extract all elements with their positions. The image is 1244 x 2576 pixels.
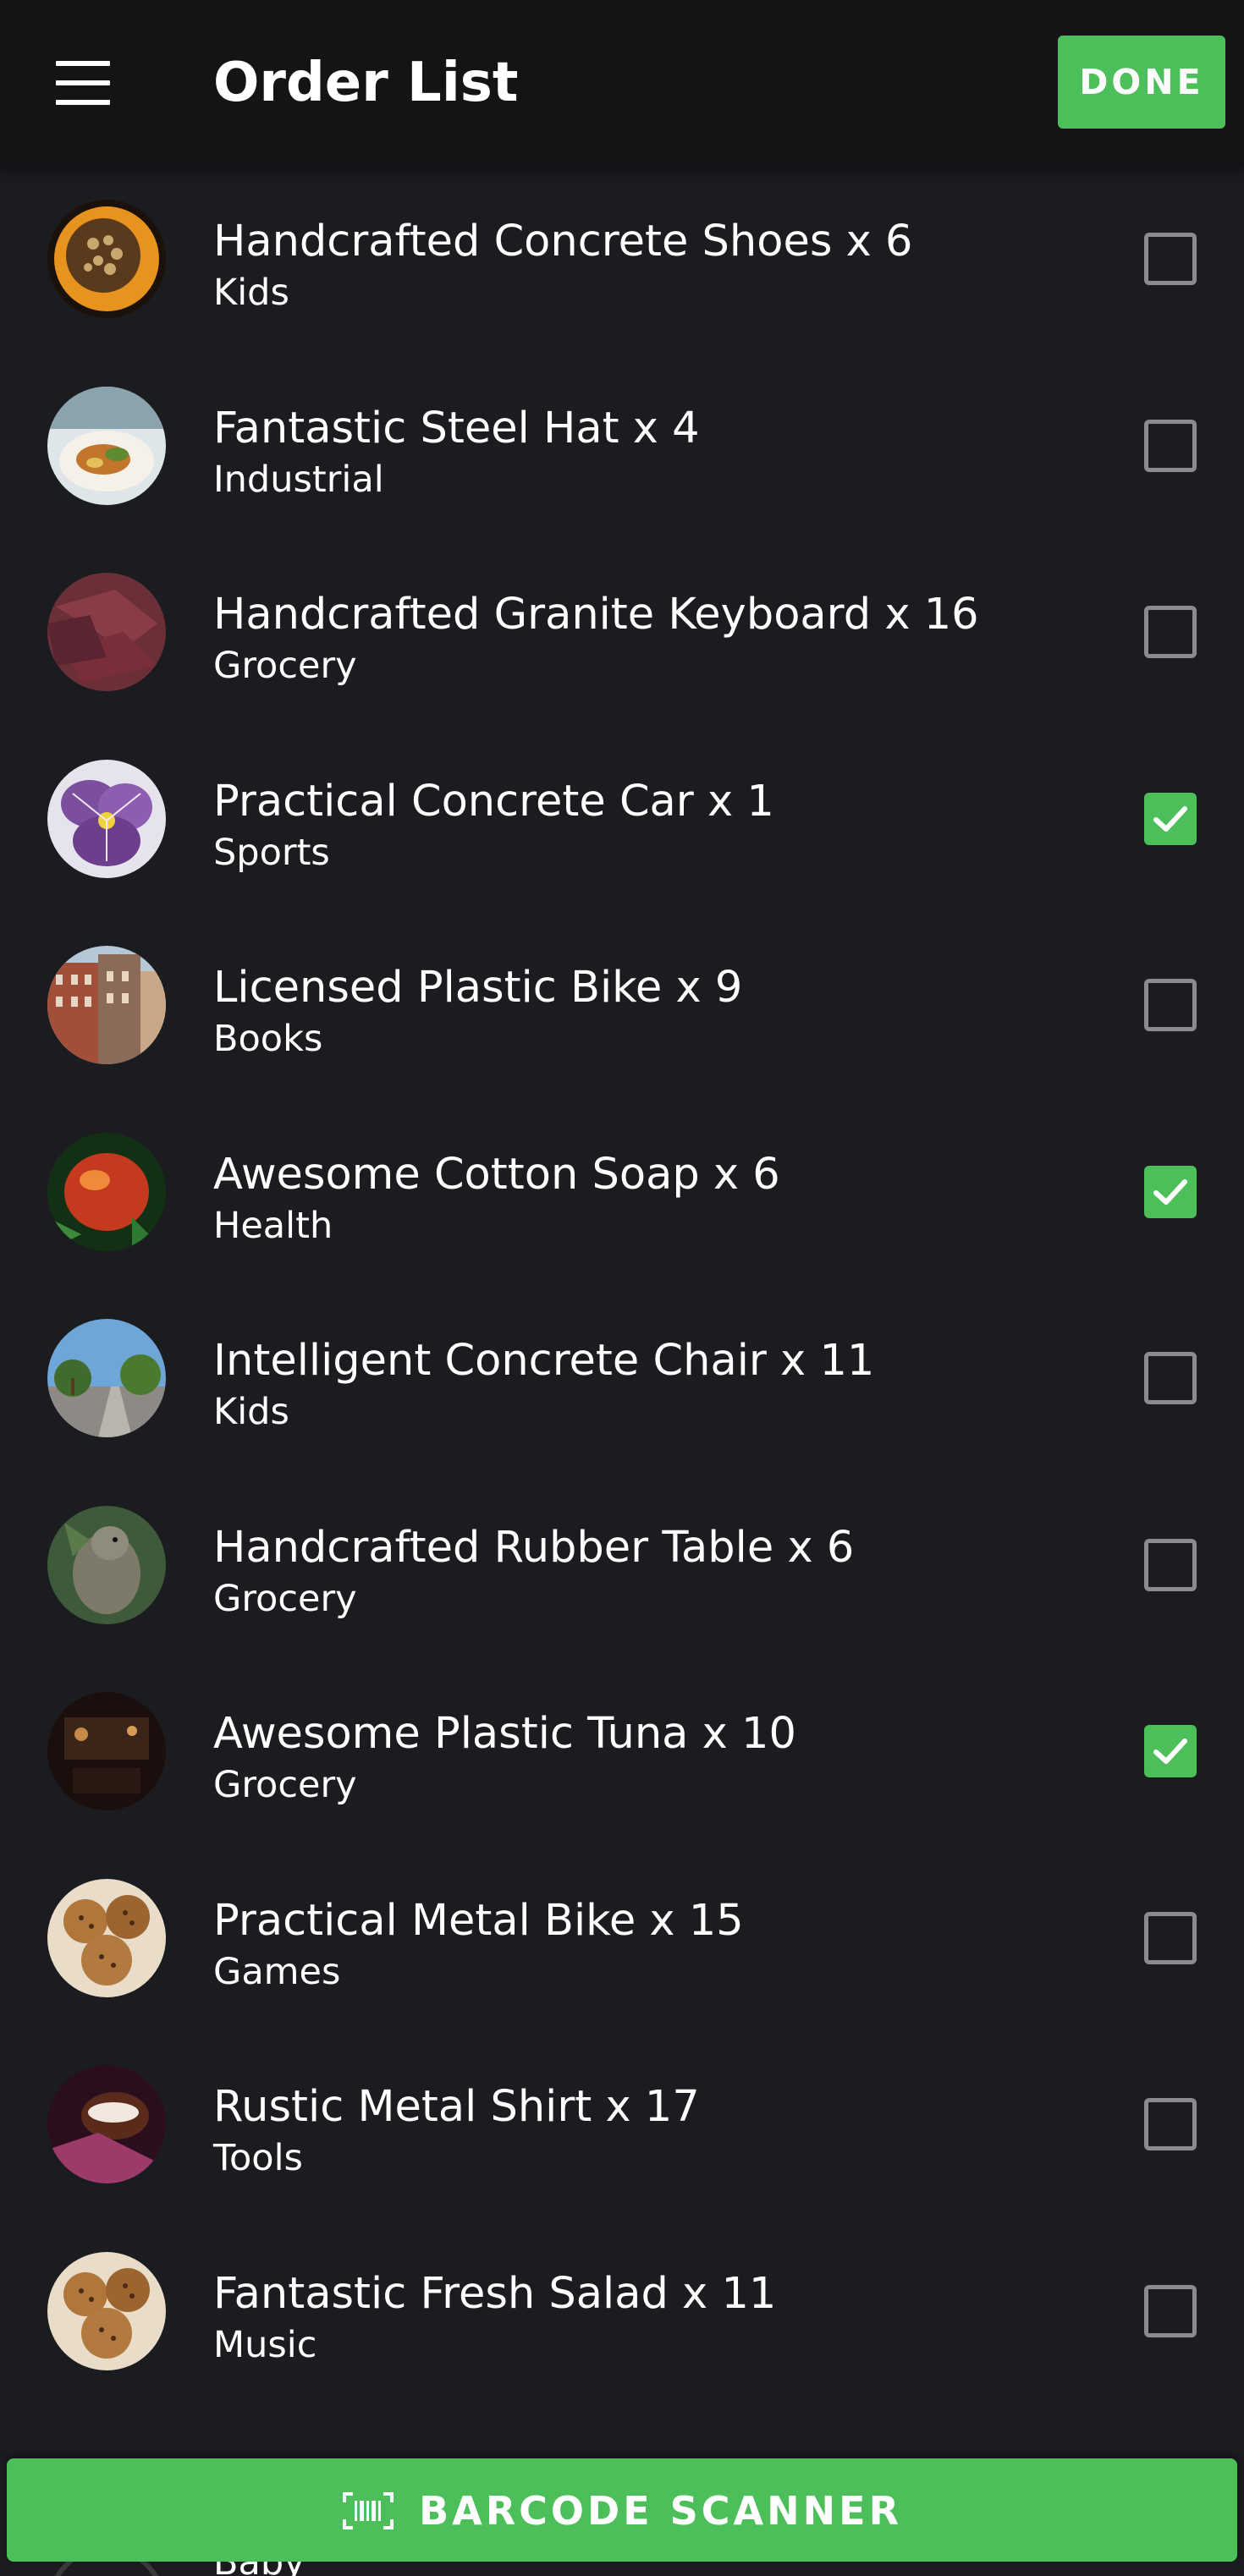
item-thumbnail bbox=[47, 386, 166, 505]
barcode-scanner-label: BARCODE SCANNER bbox=[419, 2487, 902, 2534]
item-thumbnail bbox=[47, 946, 166, 1065]
checkbox-unchecked[interactable] bbox=[1144, 979, 1197, 1032]
item-title: Practical Metal Bike x 15 bbox=[213, 1895, 744, 1946]
checkmark-icon bbox=[1153, 805, 1187, 832]
list-item[interactable]: Licensed Plastic Bike x 9 Books bbox=[0, 912, 1244, 1099]
item-category: Grocery bbox=[213, 1764, 357, 1806]
item-title: Fantastic Fresh Salad x 11 bbox=[213, 2268, 777, 2319]
item-title: Handcrafted Granite Keyboard x 16 bbox=[213, 590, 979, 640]
barcode-scan-icon bbox=[343, 2491, 394, 2529]
list-item[interactable]: Rustic Metal Shirt x 17 Tools bbox=[0, 2031, 1244, 2218]
list-item[interactable]: Handcrafted Concrete Shoes x 6 Kids bbox=[0, 166, 1244, 353]
item-thumbnail bbox=[47, 1692, 166, 1811]
list-item[interactable]: Practical Metal Bike x 15 Games bbox=[0, 1845, 1244, 2032]
checkmark-icon bbox=[1153, 1178, 1187, 1205]
checkbox-unchecked[interactable] bbox=[1144, 233, 1197, 286]
checkbox-unchecked[interactable] bbox=[1144, 419, 1197, 472]
item-title: Licensed Plastic Bike x 9 bbox=[213, 963, 743, 1013]
list-item[interactable]: Fantastic Fresh Salad x 11 Music bbox=[0, 2218, 1244, 2405]
item-category: Health bbox=[213, 1204, 333, 1247]
item-title: Awesome Cotton Soap x 6 bbox=[213, 1149, 780, 1200]
item-title: Rustic Metal Shirt x 17 bbox=[213, 2082, 700, 2132]
item-thumbnail bbox=[47, 2065, 166, 2184]
item-thumbnail bbox=[47, 573, 166, 692]
barcode-scanner-button[interactable]: BARCODE SCANNER bbox=[7, 2458, 1237, 2562]
list-item[interactable]: Awesome Plastic Tuna x 10 Grocery bbox=[0, 1658, 1244, 1845]
item-category: Games bbox=[213, 1950, 341, 1993]
item-thumbnail bbox=[47, 200, 166, 319]
done-button[interactable]: DONE bbox=[1058, 36, 1225, 129]
checkbox-unchecked[interactable] bbox=[1144, 2284, 1197, 2337]
list-item[interactable]: Practical Concrete Car x 1 Sports bbox=[0, 726, 1244, 913]
checkmark-icon bbox=[1153, 1738, 1187, 1765]
item-title: Fantastic Steel Hat x 4 bbox=[213, 403, 700, 453]
item-thumbnail bbox=[47, 1132, 166, 1251]
list-item[interactable]: Handcrafted Granite Keyboard x 16 Grocery bbox=[0, 539, 1244, 726]
item-category: Kids bbox=[213, 1391, 289, 1433]
item-title: Awesome Plastic Tuna x 10 bbox=[213, 1709, 796, 1759]
item-title: Handcrafted Rubber Table x 6 bbox=[213, 1522, 855, 1573]
item-title: Practical Concrete Car x 1 bbox=[213, 776, 774, 827]
item-thumbnail bbox=[47, 1878, 166, 1997]
item-category: Grocery bbox=[213, 1577, 357, 1620]
item-category: Tools bbox=[213, 2137, 303, 2179]
checkbox-unchecked[interactable] bbox=[1144, 2098, 1197, 2151]
item-category: Books bbox=[213, 1018, 323, 1060]
item-thumbnail bbox=[47, 759, 166, 878]
item-category: Sports bbox=[213, 831, 330, 874]
checkbox-unchecked[interactable] bbox=[1144, 1911, 1197, 1964]
list-item[interactable]: Handcrafted Rubber Table x 6 Grocery bbox=[0, 1472, 1244, 1659]
item-thumbnail bbox=[47, 1505, 166, 1624]
list-item[interactable]: Awesome Cotton Soap x 6 Health bbox=[0, 1099, 1244, 1286]
checkbox-checked[interactable] bbox=[1144, 1165, 1197, 1218]
item-category: Kids bbox=[213, 272, 289, 314]
item-category: Music bbox=[213, 2323, 317, 2366]
item-category: Grocery bbox=[213, 645, 357, 687]
item-thumbnail bbox=[47, 2251, 166, 2370]
hamburger-menu-icon[interactable] bbox=[39, 49, 127, 117]
page-title: Order List bbox=[213, 52, 519, 114]
list-item[interactable]: Fantastic Steel Hat x 4 Industrial bbox=[0, 353, 1244, 540]
checkbox-unchecked[interactable] bbox=[1144, 1352, 1197, 1405]
order-list-screen: Order List DONE Handcrafted Concrete Sho… bbox=[0, 0, 1244, 2576]
item-category: Industrial bbox=[213, 458, 384, 501]
list-item[interactable]: Intelligent Concrete Chair x 11 Kids bbox=[0, 1285, 1244, 1472]
checkbox-checked[interactable] bbox=[1144, 792, 1197, 845]
item-title: Intelligent Concrete Chair x 11 bbox=[213, 1336, 875, 1386]
checkbox-unchecked[interactable] bbox=[1144, 606, 1197, 659]
order-list: Handcrafted Concrete Shoes x 6 Kids Fantas… bbox=[0, 166, 1244, 2404]
item-title: Handcrafted Concrete Shoes x 6 bbox=[213, 217, 913, 266]
item-thumbnail bbox=[47, 1319, 166, 1438]
checkbox-checked[interactable] bbox=[1144, 1725, 1197, 1778]
top-app-bar: Order List DONE bbox=[0, 0, 1244, 166]
checkbox-unchecked[interactable] bbox=[1144, 1538, 1197, 1591]
